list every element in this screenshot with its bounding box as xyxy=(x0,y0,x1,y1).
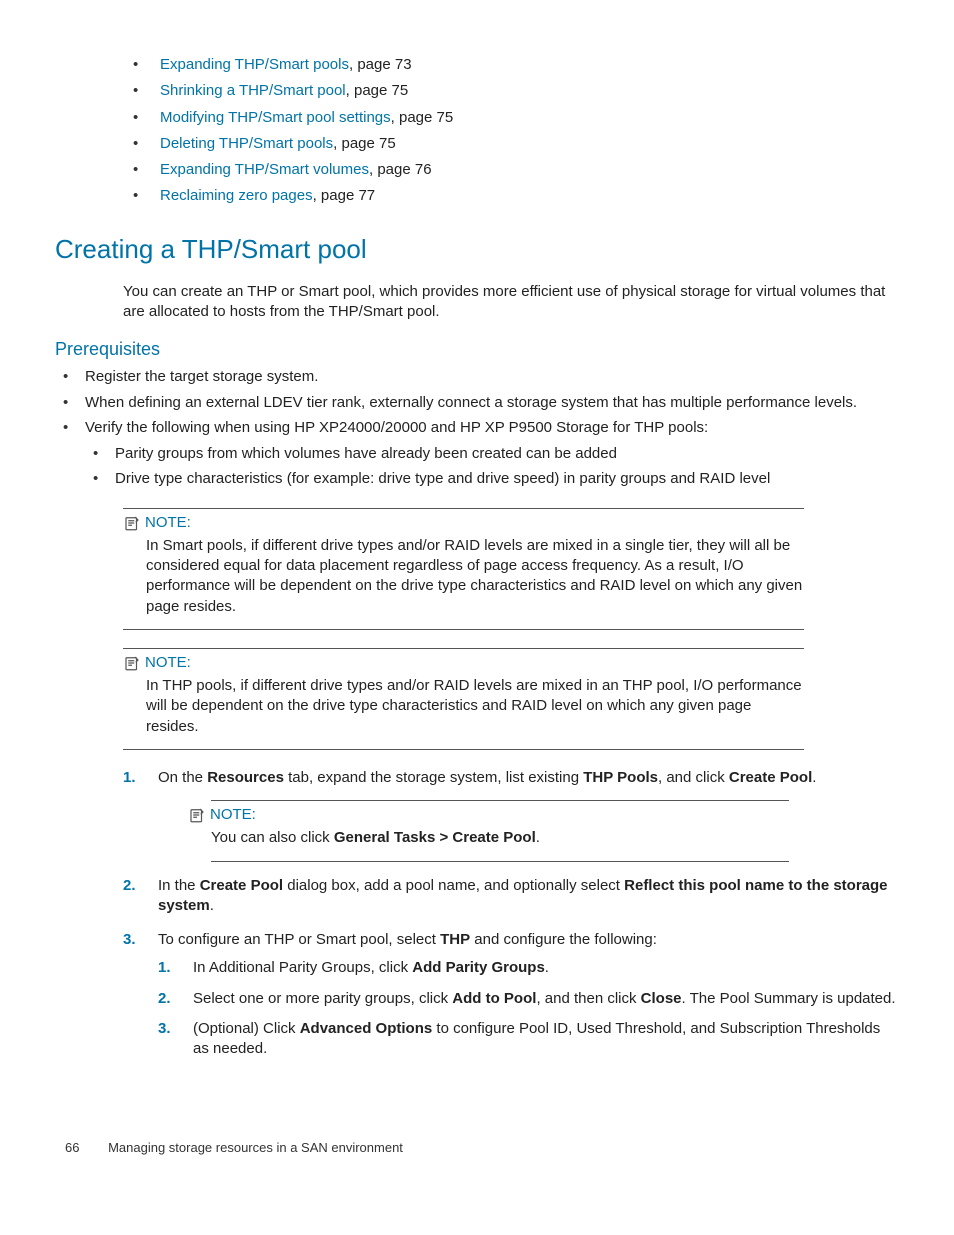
toc-suffix: , page 76 xyxy=(369,161,432,178)
toc-item: Reclaiming zero pages, page 77 xyxy=(55,186,899,206)
toc-link[interactable]: Shrinking a THP/Smart pool xyxy=(160,82,346,99)
note-icon xyxy=(188,806,206,824)
substep-item: (Optional) Click Advanced Options to con… xyxy=(158,1019,899,1060)
toc-item: Deleting THP/Smart pools, page 75 xyxy=(55,134,899,154)
note-label: NOTE: xyxy=(210,805,256,825)
toc-link[interactable]: Deleting THP/Smart pools xyxy=(160,135,333,152)
prereq-item: When defining an external LDEV tier rank… xyxy=(55,393,899,413)
toc-item: Modifying THP/Smart pool settings, page … xyxy=(55,108,899,128)
toc-suffix: , page 75 xyxy=(391,109,454,126)
step-item: On the Resources tab, expand the storage… xyxy=(123,768,899,862)
toc-link[interactable]: Modifying THP/Smart pool settings xyxy=(160,109,391,126)
note-body: You can also click General Tasks > Creat… xyxy=(211,828,789,848)
section-heading: Creating a THP/Smart pool xyxy=(55,232,899,267)
note-body: In Smart pools, if different drive types… xyxy=(146,536,804,617)
note-body: In THP pools, if different drive types a… xyxy=(146,676,804,737)
toc-item: Expanding THP/Smart pools, page 73 xyxy=(55,55,899,75)
step-item: To configure an THP or Smart pool, selec… xyxy=(123,930,899,1059)
substep-item: In Additional Parity Groups, click Add P… xyxy=(158,958,899,978)
prereq-text: Verify the following when using HP XP240… xyxy=(85,419,708,436)
procedure-steps: On the Resources tab, expand the storage… xyxy=(123,768,899,1060)
step-item: In the Create Pool dialog box, add a poo… xyxy=(123,876,899,917)
note-callout: NOTE: In THP pools, if different drive t… xyxy=(100,648,899,750)
toc-link[interactable]: Expanding THP/Smart pools xyxy=(160,56,349,73)
prerequisites-heading: Prerequisites xyxy=(55,337,899,361)
prereq-subitem: Drive type characteristics (for example:… xyxy=(85,469,899,489)
intro-paragraph: You can create an THP or Smart pool, whi… xyxy=(123,282,899,323)
toc-suffix: , page 75 xyxy=(333,135,396,152)
substep-item: Select one or more parity groups, click … xyxy=(158,989,899,1009)
toc-link[interactable]: Reclaiming zero pages xyxy=(160,187,313,204)
toc-item: Shrinking a THP/Smart pool, page 75 xyxy=(55,81,899,101)
note-label: NOTE: xyxy=(145,653,191,673)
footer-title: Managing storage resources in a SAN envi… xyxy=(108,1140,403,1155)
prereq-list: Register the target storage system. When… xyxy=(55,367,899,489)
note-label: NOTE: xyxy=(145,513,191,533)
substeps: In Additional Parity Groups, click Add P… xyxy=(158,958,899,1059)
toc-suffix: , page 73 xyxy=(349,56,412,73)
toc-suffix: , page 75 xyxy=(346,82,409,99)
prereq-sublist: Parity groups from which volumes have al… xyxy=(85,444,899,490)
note-callout: NOTE: In Smart pools, if different drive… xyxy=(100,508,899,630)
toc-link[interactable]: Expanding THP/Smart volumes xyxy=(160,161,369,178)
prereq-subitem: Parity groups from which volumes have al… xyxy=(85,444,899,464)
toc-suffix: , page 77 xyxy=(313,187,376,204)
page-number: 66 xyxy=(65,1140,79,1155)
toc-list: Expanding THP/Smart pools, page 73 Shrin… xyxy=(55,55,899,207)
prereq-item: Register the target storage system. xyxy=(55,367,899,387)
note-callout: NOTE: You can also click General Tasks >… xyxy=(188,800,899,862)
note-icon xyxy=(123,514,141,532)
step-text: On the Resources tab, expand the storage… xyxy=(158,769,816,786)
note-icon xyxy=(123,654,141,672)
prereq-item: Verify the following when using HP XP240… xyxy=(55,418,899,490)
toc-item: Expanding THP/Smart volumes, page 76 xyxy=(55,160,899,180)
page-footer: 66 Managing storage resources in a SAN e… xyxy=(55,1139,899,1157)
